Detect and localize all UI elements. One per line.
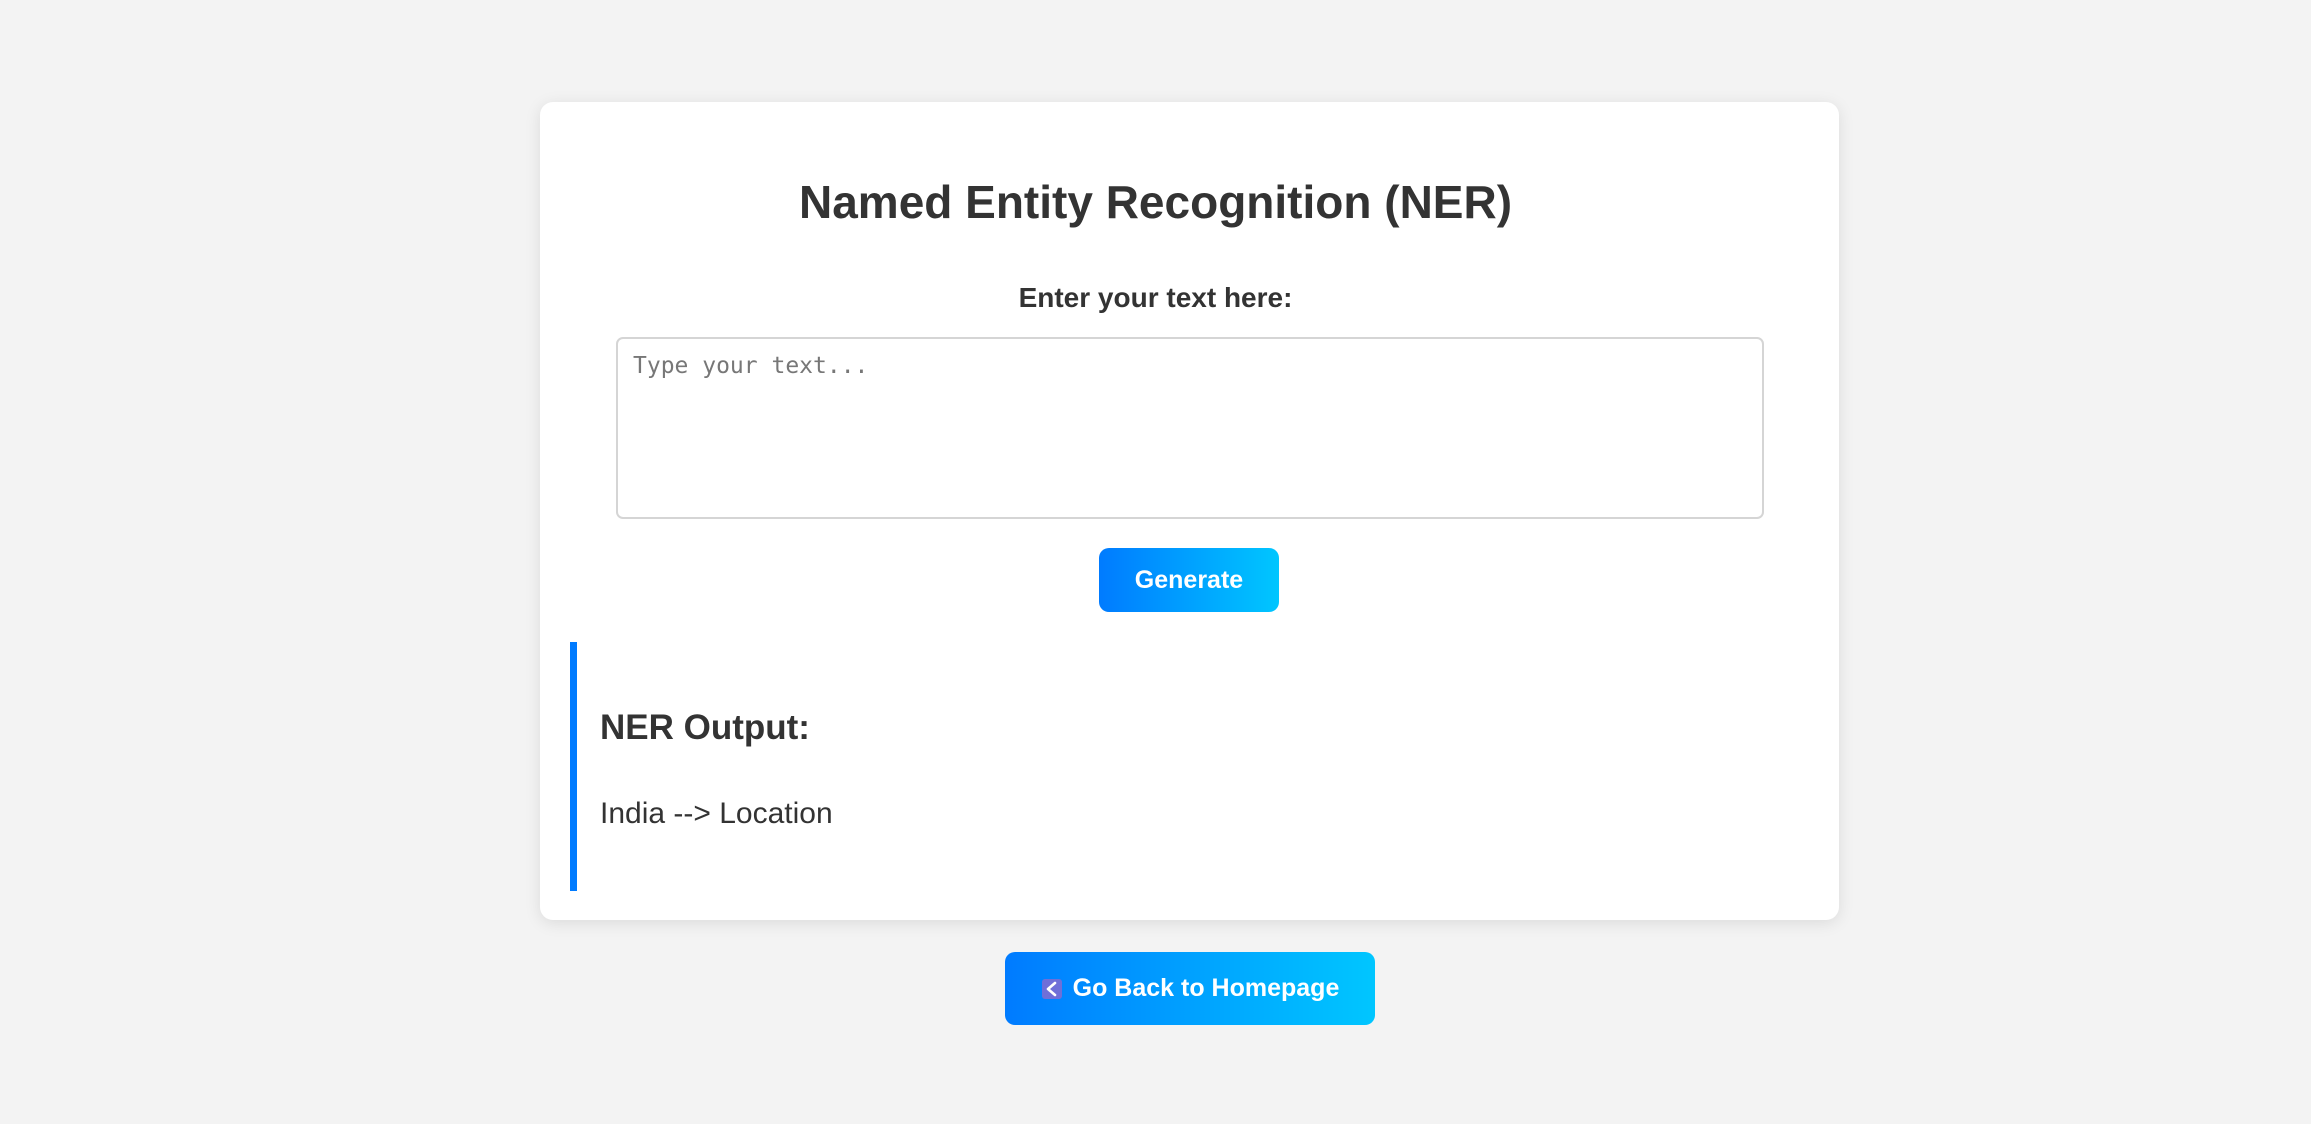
- ner-output-panel: [570, 642, 1810, 891]
- text-input-label: Enter your text here:: [1018, 282, 1293, 313]
- ner-result-item: India --> Location: [600, 797, 833, 830]
- ner-output-heading: NER Output:: [600, 708, 810, 747]
- text-input[interactable]: [616, 337, 1764, 519]
- generate-button[interactable]: Generate: [1099, 548, 1279, 612]
- go-back-homepage-label: Go Back to Homepage: [1072, 974, 1340, 1002]
- back-arrow-icon: [1041, 978, 1063, 1000]
- page-title: Named Entity Recognition (NER): [798, 176, 1513, 228]
- go-back-homepage-button[interactable]: Go Back to Homepage: [1005, 952, 1375, 1025]
